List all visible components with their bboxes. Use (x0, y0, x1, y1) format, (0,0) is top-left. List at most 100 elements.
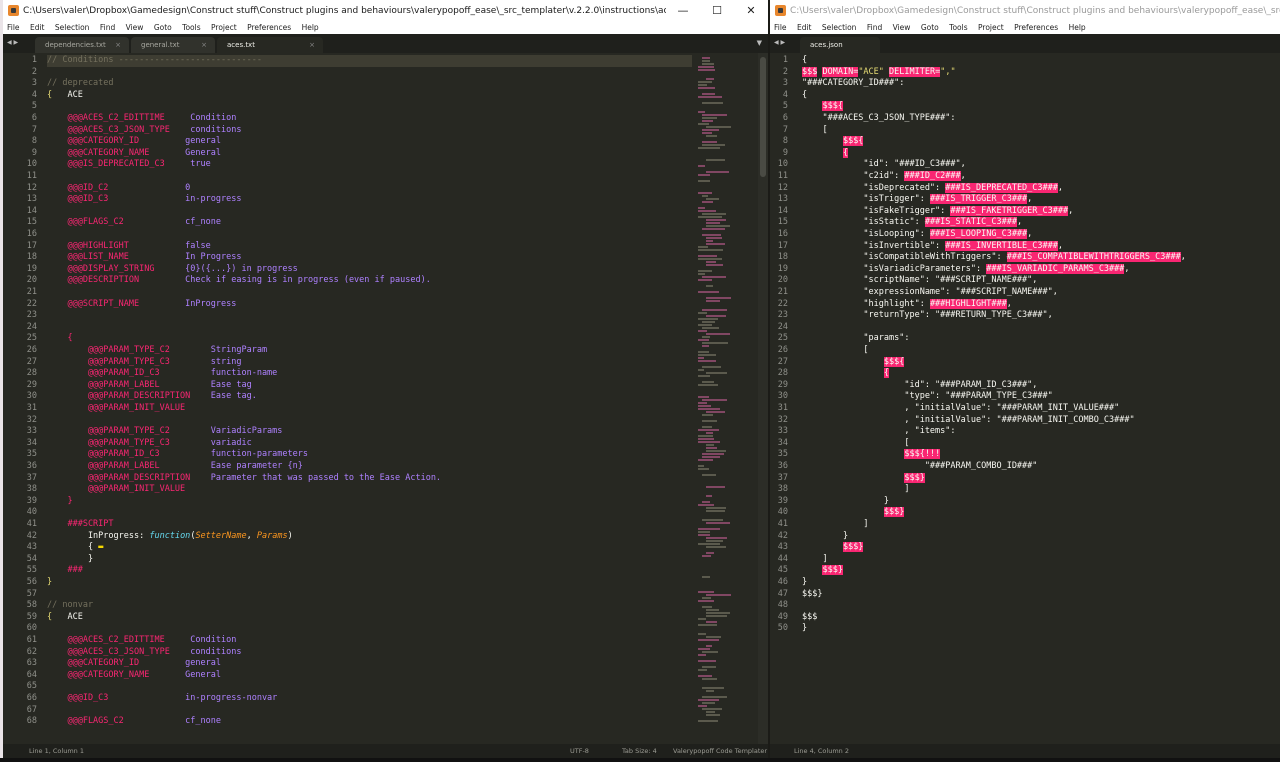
code-line[interactable]: $$$} (802, 472, 925, 485)
menu-edit[interactable]: Edit (30, 23, 45, 32)
code-line[interactable]: $$$} (802, 589, 822, 601)
code-line[interactable]: "id": "###ID_C3###", (802, 159, 965, 171)
menu-tools[interactable]: Tools (949, 23, 967, 32)
code-editor[interactable]: 1 2 3 4 5 6 7 8 9 10 11 12 13 14 15 16 17 18 19 20 21 22 23 24 2… (3, 53, 768, 744)
code-line[interactable]: @@@ID_C2 0 (47, 183, 190, 195)
tab-size-indicator[interactable]: Tab Size: 4 (622, 744, 657, 758)
code-line[interactable]: { (802, 368, 890, 380)
code-line[interactable]: $$$ DOMAIN="ACE" DELIMITER="," (802, 66, 956, 79)
code-line[interactable]: "isFakeTrigger": ###IS_FAKETRIGGER_C3###… (802, 205, 1073, 218)
code-line[interactable]: @@@PARAM_TYPE_C3 string (47, 357, 242, 369)
code-line[interactable]: @@@ACES_C2_EDITTIME Condition (47, 113, 236, 125)
code-line[interactable]: @@@ACES_C2_EDITTIME Condition (47, 635, 236, 647)
code-line[interactable]: @@@PARAM_INIT_VALUE (47, 403, 185, 415)
code-line[interactable]: @@@PARAM_TYPE_C3 variadic (47, 438, 252, 450)
minimap[interactable] (694, 53, 756, 744)
close-tab-icon[interactable]: × (201, 37, 207, 53)
tab-scroll-arrows-icon[interactable]: ◀ ▶ (7, 39, 18, 46)
encoding-indicator[interactable]: UTF-8 (570, 744, 589, 758)
code-line[interactable]: { ACE (47, 612, 83, 624)
menu-help[interactable]: Help (1069, 23, 1086, 32)
menu-file[interactable]: File (774, 23, 787, 32)
code-line[interactable]: "###PARAM_COMBO_ID###" (802, 461, 1038, 473)
close-button[interactable]: ✕ (734, 0, 768, 22)
close-tab-icon[interactable]: × (309, 37, 315, 53)
menu-project[interactable]: Project (978, 23, 1004, 32)
code-line[interactable]: @@@LIST_NAME In Progress (47, 252, 241, 264)
code-line[interactable]: // nonvar (47, 600, 93, 612)
code-line[interactable]: "type": "###PARAM_TYPE_C3###" (802, 391, 1052, 403)
menu-preferences[interactable]: Preferences (1014, 23, 1058, 32)
code-line[interactable]: "isLooping": ###IS_LOOPING_C3###, (802, 229, 1032, 241)
code-line[interactable]: @@@PARAM_DESCRIPTION Parameter that was … (47, 473, 441, 485)
code-area[interactable]: // Conditions --------------------------… (47, 53, 768, 744)
code-line[interactable]: } (47, 554, 93, 566)
menu-find[interactable]: Find (867, 23, 882, 32)
menu-help[interactable]: Help (302, 23, 319, 32)
code-editor[interactable]: 1 2 3 4 5 6 7 8 9 10 11 12 13 14 15 16 17 18 19 20 21 22 23 24 2… (770, 53, 1280, 744)
menu-project[interactable]: Project (211, 23, 237, 32)
code-line[interactable]: [ (802, 125, 827, 137)
menu-selection[interactable]: Selection (55, 23, 90, 32)
menu-view[interactable]: View (126, 23, 144, 32)
code-line[interactable]: } (802, 531, 848, 543)
code-line[interactable]: $$${ (802, 356, 905, 369)
close-tab-icon[interactable]: × (115, 37, 121, 53)
code-line[interactable]: "expressionName": "###SCRIPT_NAME###", (802, 287, 1057, 299)
menu-file[interactable]: File (7, 23, 20, 32)
code-line[interactable]: "###ACES_C3_JSON_TYPE###": (802, 113, 955, 125)
code-line[interactable]: } (47, 496, 72, 508)
menu-view[interactable]: View (893, 23, 911, 32)
code-line[interactable]: "isCompatibleWithTriggers": ###IS_COMPAT… (802, 252, 1186, 264)
code-line[interactable]: InProgress: function(SetterName, Params) (47, 531, 293, 543)
tab-aces-txt[interactable]: aces.txt × (217, 37, 323, 53)
menu-edit[interactable]: Edit (797, 23, 812, 32)
code-line[interactable]: , "initialValue": "###PARAM_INIT_COMBO_C… (802, 415, 1134, 427)
code-line[interactable]: $$${ (802, 101, 843, 113)
code-line[interactable]: @@@CATEGORY_ID general (47, 658, 221, 670)
code-line[interactable]: $$$ (802, 612, 817, 624)
code-line[interactable]: @@@DISPLAY_STRING {0}({...}) in progress (47, 264, 297, 276)
code-line[interactable]: } (802, 496, 889, 508)
code-line[interactable]: @@@PARAM_TYPE_C2 VariadicParams (47, 426, 282, 438)
code-line[interactable]: @@@ID_C3 in-progress (47, 194, 241, 206)
code-line[interactable]: , "items": (802, 426, 955, 438)
code-line[interactable]: "isDeprecated": ###IS_DEPRECATED_C3###, (802, 182, 1063, 195)
tab-general-txt[interactable]: general.txt × (131, 37, 215, 53)
code-line[interactable]: @@@PARAM_ID_C3 function-parameters (47, 449, 308, 461)
scroll-thumb[interactable] (760, 57, 766, 177)
menu-tools[interactable]: Tools (182, 23, 200, 32)
tab-scroll-arrows-icon[interactable]: ◀ ▶ (774, 39, 785, 46)
code-line[interactable]: @@@PARAM_LABEL Ease tag (47, 380, 252, 392)
code-line[interactable]: $$$} (802, 542, 864, 554)
menu-selection[interactable]: Selection (822, 23, 857, 32)
code-line[interactable]: { ▬ (47, 542, 103, 554)
code-line[interactable]: // deprecated (47, 78, 114, 90)
code-line[interactable]: @@@ACES_C3_JSON_TYPE conditions (47, 647, 241, 659)
code-line[interactable]: @@@DESCRIPTION Check if easing is in pro… (47, 275, 430, 287)
code-line[interactable]: ### (47, 565, 82, 577)
code-line[interactable]: { (802, 147, 849, 160)
code-line[interactable]: @@@IS_DEPRECATED_C3 true (47, 159, 210, 171)
code-line[interactable]: "c2id": ###ID_C2###, (802, 171, 966, 183)
code-line[interactable]: @@@SCRIPT_NAME InProgress (47, 299, 236, 311)
code-line[interactable]: [ (802, 345, 868, 357)
code-line[interactable]: @@@PARAM_TYPE_C2 StringParam (47, 345, 267, 357)
code-line[interactable]: } (802, 623, 807, 635)
code-line[interactable]: "isInvertible": ###IS_INVERTIBLE_C3###, (802, 240, 1063, 253)
code-line[interactable]: $$${!!! (802, 449, 941, 461)
code-line[interactable]: "id": "###PARAM_ID_C3###", (802, 380, 1037, 392)
code-line[interactable]: "isStatic": ###IS_STATIC_C3###, (802, 217, 1022, 229)
code-line[interactable]: @@@HIGHLIGHT false (47, 241, 210, 253)
menu-preferences[interactable]: Preferences (247, 23, 291, 32)
code-line[interactable]: $$$} (802, 507, 905, 519)
code-area[interactable]: {$$$ DOMAIN="ACE" DELIMITER="," "###CATEG… (802, 53, 1280, 744)
code-line[interactable]: "isTrigger": ###IS_TRIGGER_C3###, (802, 194, 1032, 206)
tab-dependencies-txt[interactable]: dependencies.txt × (35, 37, 129, 53)
code-line[interactable]: @@@CATEGORY_ID general (47, 136, 221, 148)
code-line[interactable]: $$$} (802, 565, 843, 577)
code-line[interactable]: { (47, 333, 72, 345)
code-line[interactable]: } (802, 577, 807, 589)
code-line[interactable]: @@@PARAM_LABEL Ease parameter {n} (47, 461, 303, 473)
code-line[interactable]: // Conditions --------------------------… (47, 55, 692, 67)
